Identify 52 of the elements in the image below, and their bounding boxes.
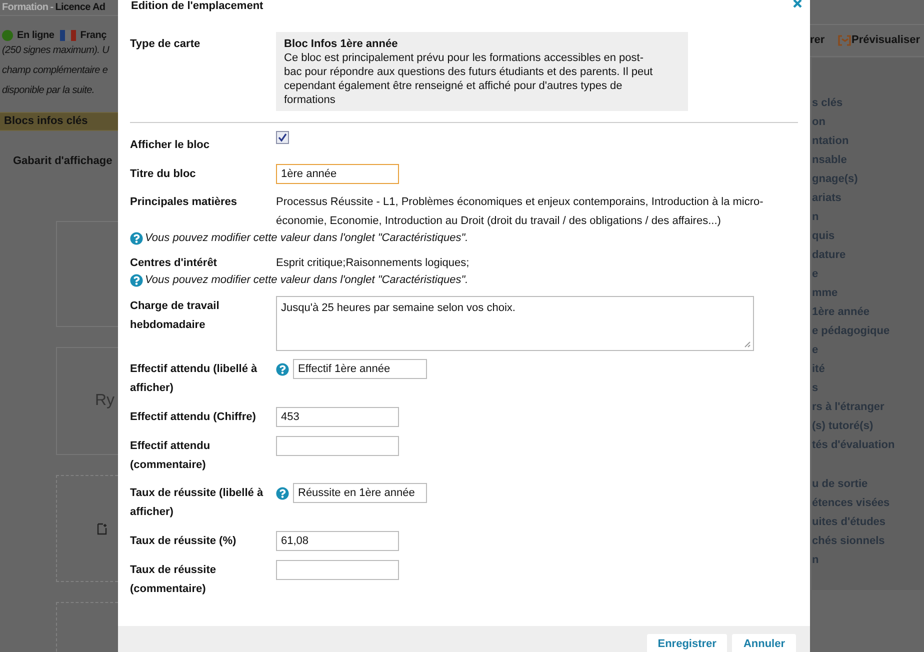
card-type-title: Bloc Infos 1ère année [284,37,399,51]
language-selector[interactable]: Franç [80,28,107,43]
card-type-description: Ce bloc est principalement prévu pour les formations accessibles en post-bac pour répondre aux questions des futurs étudiants et des parents. Il peut cependant également être renseigné et affiché pour d'autres types de formations [284,51,654,107]
field-label: Afficher le bloc [130,138,210,153]
field-label: Titre du bloc [130,167,197,182]
page-title: Licence Ad [55,1,106,15]
resize-grip-icon[interactable] [744,341,751,348]
help-icon[interactable] [276,486,289,500]
action-button[interactable]: rer [810,32,825,49]
breadcrumb-link[interactable]: Formation [2,0,48,15]
dialog-button[interactable]: Enregistrer [646,634,728,652]
field-label: Taux de réussite (%) [130,534,238,549]
field-label: Taux de réussite (commentaire) [130,563,217,597]
field-label: Effectif attendu (libellé à afficher) [130,362,258,396]
text-area[interactable]: Jusqu'à 25 heures par semaine selon vos choix. [276,296,754,351]
text-field[interactable]: Effectif 1ère année [293,359,427,379]
text-field[interactable]: 453 [276,407,399,427]
text-field[interactable]: 1ère année [276,164,399,184]
check-icon [278,133,287,142]
field-label: Principales matières [130,195,238,210]
dialog-button[interactable]: Annuler [732,634,796,652]
section-header: Blocs infos clés [0,112,118,130]
help-icon[interactable] [130,274,143,286]
preview-button[interactable]: Prévisualiser [838,32,920,49]
checkbox[interactable] [276,131,289,144]
template-label: Gabarit d'affichage [12,154,114,168]
field-label: Charge de travail hebdomadaire [130,299,220,333]
field-value: Esprit critique;Raisonnements logiques; [276,256,470,271]
status-label: En ligne [17,29,54,43]
field-label: Taux de réussite (libellé à afficher) [130,486,264,520]
hint-text: Vous pouvez modifier cette valeur dans l'onglet "Caractéristiques". [145,273,468,287]
text-field[interactable]: Réussite en 1ère année [293,483,427,503]
field-label: Effectif attendu (commentaire) [130,439,212,473]
field-label: Type de carte [130,37,202,52]
description-line: champ complémentaire e [2,64,109,78]
help-icon[interactable] [130,232,143,244]
dialog-title: Edition de l'emplacement [131,0,264,13]
hint-text: Vous pouvez modifier cette valeur dans l'onglet "Caractéristiques". [145,231,468,245]
text-field[interactable]: 61,08 [276,531,399,551]
breadcrumb-separator: - [50,1,54,15]
close-icon[interactable] [793,0,802,8]
document-icon [97,522,108,534]
preview-icon [838,35,850,46]
text-field[interactable] [276,560,399,580]
description-line: (250 signes maximum). U [2,44,110,58]
flag-icon [60,30,76,41]
description-line: disponible par la suite. [2,84,96,98]
field-value: Processus Réussite - L1, Problèmes économiques et enjeux contemporains, Introduction à la micro-économie, Economie, Introduction au Droit (droit du travail / des obligations / des affaires...) [276,195,764,229]
field-label: Centres d'intérêt [130,256,218,271]
field-label: Effectif attendu (Chiffre) [130,410,257,425]
text-field[interactable] [276,436,399,456]
help-icon[interactable] [276,362,289,376]
